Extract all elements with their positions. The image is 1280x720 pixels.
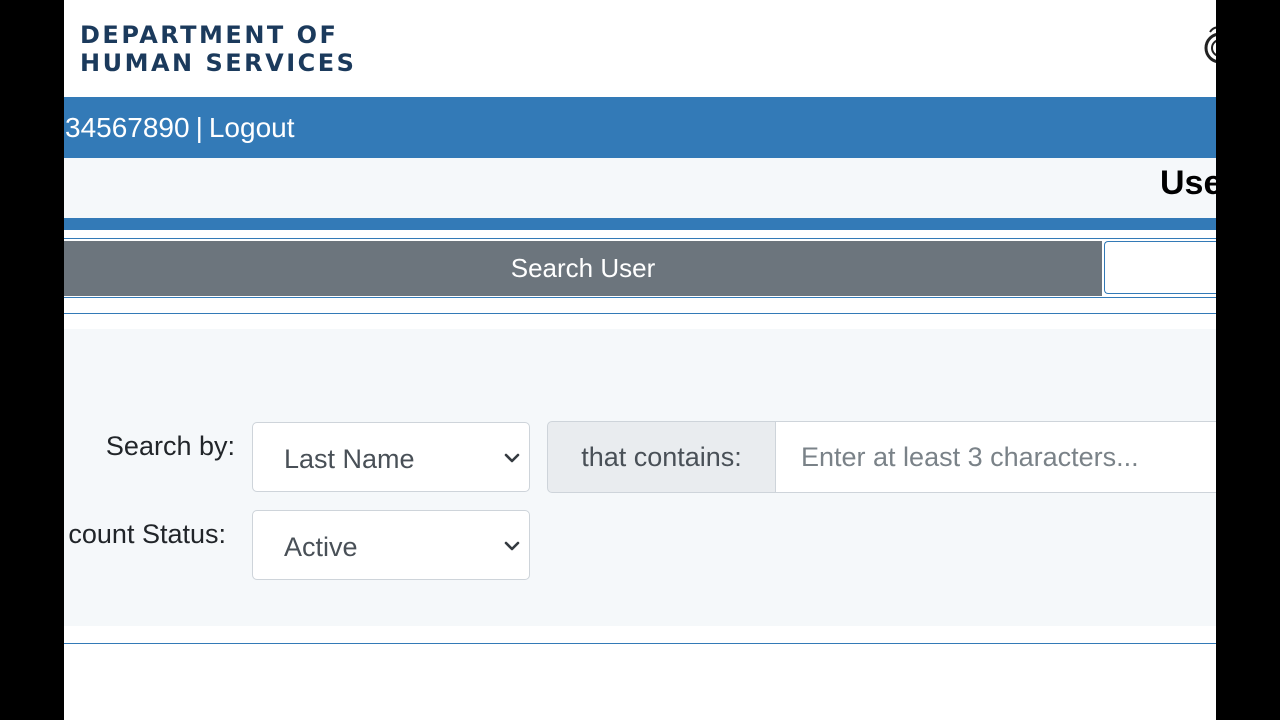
- panel-divider-bottom: [64, 643, 1216, 644]
- browser-viewport: DEPARTMENT OF HUMAN SERVICES 34567890 | Lo…: [64, 0, 1216, 720]
- tab-bar: Search User: [64, 238, 1216, 298]
- search-by-value: Last Name: [284, 444, 415, 474]
- contains-addon: that contains:: [547, 421, 776, 493]
- user-bar-separator: |: [195, 112, 203, 143]
- tab-search-user[interactable]: Search User: [64, 241, 1102, 296]
- tab-next[interactable]: [1104, 241, 1216, 294]
- site-header: DEPARTMENT OF HUMAN SERVICES: [64, 0, 1216, 97]
- search-by-select[interactable]: Last Name: [252, 422, 530, 492]
- account-status-select[interactable]: Active: [252, 510, 530, 580]
- user-info: 34567890 | Logout: [65, 111, 295, 145]
- title-strip: [64, 158, 1216, 218]
- logo-line-1: DEPARTMENT OF: [80, 21, 339, 49]
- chevron-down-icon: [504, 541, 520, 551]
- panel-divider-top: [64, 313, 1216, 314]
- account-status-label: count Status:: [68, 519, 226, 549]
- state-seal-icon: [1204, 26, 1216, 63]
- chevron-down-icon: [504, 453, 520, 463]
- logo-line-2: HUMAN SERVICES: [80, 49, 357, 77]
- page-title: Use: [1160, 164, 1216, 202]
- user-id: 34567890: [65, 112, 190, 143]
- account-status-value: Active: [284, 532, 358, 562]
- search-by-label: Search by:: [105, 431, 235, 461]
- logout-link[interactable]: Logout: [209, 112, 295, 143]
- user-bar: 34567890 | Logout: [64, 97, 1216, 158]
- search-text-input[interactable]: [775, 421, 1216, 493]
- title-divider: [64, 218, 1216, 230]
